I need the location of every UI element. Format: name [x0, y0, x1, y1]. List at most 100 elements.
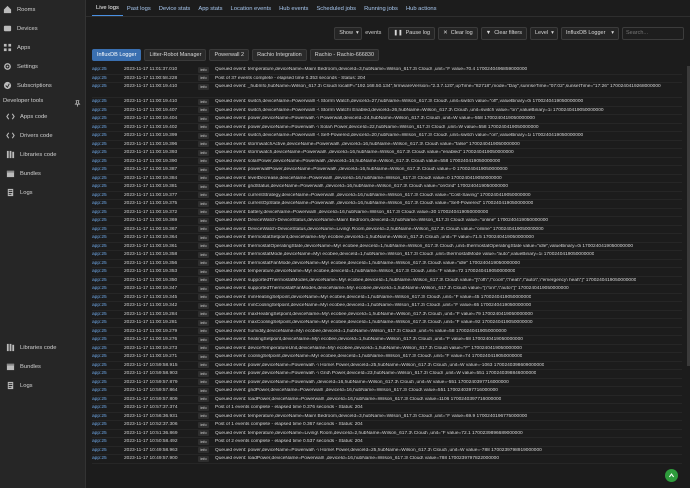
sidebar-item-rooms[interactable]: Rooms — [0, 0, 85, 19]
log-source-link[interactable]: app:25 — [92, 210, 124, 215]
log-source-link[interactable]: app:25 — [92, 337, 124, 342]
log-source-link[interactable]: app:25 — [92, 380, 124, 385]
log-level-badge: info — [198, 124, 209, 131]
log-source-link[interactable]: app:25 — [92, 397, 124, 402]
log-source-link[interactable]: app:25 — [92, 184, 124, 189]
log-source-link[interactable]: app:25 — [92, 303, 124, 308]
sidebar-item-drivers-code[interactable]: Drivers code — [0, 126, 85, 145]
log-source-link[interactable]: app:25 — [92, 133, 124, 138]
log-source-link[interactable]: app:25 — [92, 414, 124, 419]
log-timestamp: 2023-11-17 11:00:19.367 — [124, 226, 178, 232]
sidebar-item-settings[interactable]: Settings — [0, 57, 85, 76]
pause-log-button[interactable]: ❚❚ Pause log — [388, 26, 436, 40]
log-source-link[interactable]: app:25 — [92, 261, 124, 266]
tab-location-events[interactable]: Location events — [227, 6, 276, 16]
chevron-down-icon: ▾ — [611, 30, 614, 36]
sidebar-item-logs[interactable]: Logs — [0, 376, 85, 395]
log-source-link[interactable]: app:25 — [92, 312, 124, 317]
log-level-badge: info — [198, 175, 209, 182]
log-source-link[interactable]: app:25 — [92, 354, 124, 359]
log-source-link[interactable]: app:25 — [92, 346, 124, 351]
log-source-link[interactable]: app:25 — [92, 363, 124, 368]
log-source-link[interactable]: app:25 — [92, 108, 124, 113]
level-select[interactable]: Level ▾ — [530, 26, 558, 40]
tab-app-stats[interactable]: App stats — [194, 6, 226, 16]
log-source-link[interactable]: app:25 — [92, 278, 124, 283]
log-level-badge: info — [198, 328, 209, 335]
log-timestamp: 2023-11-17 11:00:19.284 — [124, 311, 178, 317]
log-source-link[interactable]: app:25 — [92, 244, 124, 249]
log-source-link[interactable]: app:25 — [92, 388, 124, 393]
tab-hub-events[interactable]: Hub events — [275, 6, 312, 16]
log-source-link[interactable]: app:25 — [92, 67, 124, 72]
log-source-link[interactable]: app:25 — [92, 329, 124, 334]
log-source-link[interactable]: app:25 — [92, 448, 124, 453]
log-source-link[interactable]: app:25 — [92, 456, 124, 461]
log-source-link[interactable]: app:25 — [92, 176, 124, 181]
pin-icon[interactable] — [74, 100, 81, 107]
tab-running-jobs[interactable]: Running jobs — [360, 6, 402, 16]
log-source-link[interactable]: app:25 — [92, 150, 124, 155]
log-source-link[interactable]: app:25 — [92, 167, 124, 172]
filter-chip[interactable]: Litter-Robot Manager — [144, 49, 207, 61]
log-source-link[interactable]: app:25 — [92, 76, 124, 81]
log-source-link[interactable]: app:25 — [92, 227, 124, 232]
log-level-badge: info — [198, 183, 209, 190]
sidebar-item-libraries-code[interactable]: Libraries code — [0, 338, 85, 357]
log-source-link[interactable]: app:25 — [92, 371, 124, 376]
log-source-link[interactable]: app:25 — [92, 218, 124, 223]
scroll-up-button[interactable] — [665, 469, 678, 482]
log-source-link[interactable]: app:25 — [92, 99, 124, 104]
show-count-select[interactable]: Show ▾ — [334, 26, 363, 40]
sidebar-item-logs[interactable]: Logs — [0, 183, 85, 202]
log-source-link[interactable]: app:25 — [92, 235, 124, 240]
log-source-link[interactable]: app:25 — [92, 439, 124, 444]
log-source-link[interactable]: app:25 — [92, 286, 124, 291]
clear-log-button[interactable]: ✕ Clear log — [438, 26, 478, 40]
log-source-link[interactable]: app:25 — [92, 125, 124, 130]
filter-chip[interactable]: Rachio - Rachio-666830 — [309, 49, 380, 61]
tab-live-logs[interactable]: Live logs — [92, 5, 123, 16]
sidebar-item-bundles[interactable]: Bundles — [0, 164, 85, 183]
logs-icon — [7, 381, 14, 390]
log-source-link[interactable]: app:25 — [92, 320, 124, 325]
log-source-link[interactable]: app:25 — [92, 116, 124, 121]
log-source-link[interactable]: app:25 — [92, 201, 124, 206]
sidebar-item-libraries-code[interactable]: Libraries code — [0, 145, 85, 164]
tab-scheduled-jobs[interactable]: Scheduled jobs — [312, 6, 360, 16]
sidebar-item-bundles[interactable]: Bundles — [0, 357, 85, 376]
tab-device-stats[interactable]: Device stats — [155, 6, 195, 16]
log-message: Queued event: temperature,deviceName=My\… — [215, 269, 516, 275]
log-level-badge: info — [198, 141, 209, 148]
log-source-link[interactable]: app:25 — [92, 193, 124, 198]
device-select[interactable]: InfluxDB Logger ▾ — [561, 26, 619, 40]
log-timestamp: 2023-11-17 11:00:19.281 — [124, 320, 178, 326]
tab-past-logs[interactable]: Past logs — [123, 6, 155, 16]
log-source-link[interactable]: app:25 — [92, 84, 124, 89]
log-source-link[interactable]: app:25 — [92, 252, 124, 257]
sidebar-item-devices[interactable]: Devices — [0, 19, 85, 38]
log-timestamp: 2023-11-17 10:59:57.864 — [124, 388, 178, 394]
log-level-badge: info — [198, 268, 209, 275]
sidebar-item-subscriptions[interactable]: Subscriptions — [0, 76, 85, 95]
search-input[interactable]: Search... — [622, 26, 684, 40]
filter-chip[interactable]: Powerwall 2 — [209, 49, 250, 61]
sidebar-item-apps-code[interactable]: Apps code — [0, 107, 85, 126]
log-source-link[interactable]: app:25 — [92, 405, 124, 410]
log-source-link[interactable]: app:25 — [92, 159, 124, 164]
filter-chip[interactable]: Rachio Integration — [252, 49, 307, 61]
filter-chip[interactable]: InfluxDB Logger — [92, 49, 142, 61]
clear-log-label: Clear log — [450, 30, 473, 36]
sidebar-item-apps[interactable]: Apps — [0, 38, 85, 57]
log-source-link[interactable]: app:25 — [92, 431, 124, 436]
log-source-link[interactable]: app:25 — [92, 422, 124, 427]
log-source-link[interactable]: app:25 — [92, 295, 124, 300]
sidebar-section-developer-tools[interactable]: Developer tools — [0, 95, 85, 107]
clear-filters-button[interactable]: ▼ Clear filters — [480, 26, 527, 40]
log-message: Queued event: gridPower,deviceName=Power… — [215, 388, 498, 394]
log-source-link[interactable]: app:25 — [92, 142, 124, 147]
logs-icon — [7, 188, 14, 197]
tab-hub-actions[interactable]: Hub actions — [402, 6, 441, 16]
log-source-link[interactable]: app:25 — [92, 269, 124, 274]
chevron-down-icon: ▾ — [355, 30, 359, 36]
